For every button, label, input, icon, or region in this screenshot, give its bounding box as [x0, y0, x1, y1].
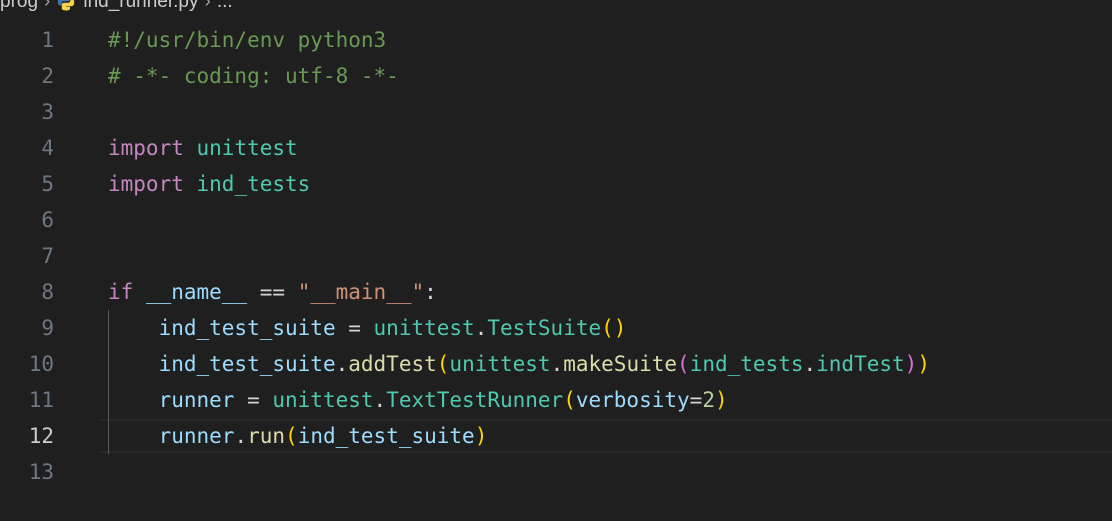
breadcrumb-symbols[interactable]: ...	[217, 0, 233, 13]
code-lines[interactable]: 1 #!/usr/bin/env python3 2 # -*- coding: ut…	[0, 22, 1112, 490]
code-token: ind_tests	[689, 352, 804, 376]
code-token: runner	[158, 388, 235, 412]
line-number: 3	[41, 100, 54, 124]
breadcrumb: prog › ind_runner.py › ...	[0, 0, 233, 15]
code-line[interactable]: 11 runner = unittest.TextTestRunner(verb…	[0, 382, 1112, 418]
chevron-right-icon: ›	[44, 0, 51, 12]
code-text[interactable]: import unittest	[108, 130, 298, 166]
code-line[interactable]: 7	[0, 238, 1112, 274]
code-line[interactable]: 10 ind_test_suite.addTest(unittest.makeS…	[0, 346, 1112, 382]
chevron-right-icon: ›	[204, 0, 211, 12]
code-token: ==	[247, 280, 298, 304]
code-token: ind_test_suite	[158, 352, 336, 376]
code-line[interactable]: 12 runner.run(ind_test_suite)	[0, 418, 1112, 454]
code-token: __name__	[145, 280, 248, 304]
code-token: indTest	[816, 352, 905, 376]
line-number: 5	[41, 172, 54, 196]
code-token: .	[335, 352, 349, 376]
code-text[interactable]: import ind_tests	[108, 166, 310, 202]
code-token: #!/usr/bin/env python3	[108, 28, 387, 52]
code-token: )	[474, 424, 488, 448]
code-token: (	[285, 424, 298, 448]
line-number: 13	[28, 460, 54, 484]
code-text[interactable]: ind_test_suite = unittest.TestSuite()	[108, 310, 627, 346]
code-line[interactable]: 2 # -*- coding: utf-8 -*-	[0, 58, 1112, 94]
code-text[interactable]: #!/usr/bin/env python3	[108, 22, 386, 58]
code-token: )	[917, 352, 930, 376]
code-token: if	[108, 280, 134, 304]
code-token: addTest	[348, 352, 437, 376]
line-number: 11	[28, 388, 54, 412]
code-token: :	[424, 280, 437, 304]
code-text[interactable]: # -*- coding: utf-8 -*-	[108, 58, 399, 94]
code-line[interactable]: 4 import unittest	[0, 130, 1112, 166]
code-line[interactable]: 8 if __name__ == "__main__":	[0, 274, 1112, 310]
python-file-icon	[56, 0, 76, 12]
code-token: import	[108, 172, 184, 196]
code-token: "__main__"	[297, 280, 425, 304]
code-line[interactable]: 5 import ind_tests	[0, 166, 1112, 202]
code-text[interactable]: runner.run(ind_test_suite)	[108, 418, 488, 454]
code-token: )	[904, 352, 918, 376]
code-token: .	[474, 316, 488, 340]
line-number: 2	[41, 64, 54, 88]
code-line[interactable]: 13	[0, 454, 1112, 490]
code-token: TextTestRunner	[386, 388, 564, 412]
breadcrumb-folder[interactable]: prog	[0, 0, 38, 13]
code-token: unittest	[373, 316, 475, 340]
breadcrumb-file[interactable]: ind_runner.py	[83, 0, 198, 13]
code-token: =	[335, 316, 374, 340]
code-token: import	[108, 136, 184, 160]
code-token: ind_test_suite	[158, 316, 336, 340]
code-token: # -*- coding: utf-8 -*-	[108, 64, 399, 88]
code-token: unittest	[272, 388, 374, 412]
code-token: )	[714, 388, 728, 412]
code-token: ind_tests	[196, 172, 311, 196]
code-token: runner	[158, 424, 235, 448]
line-number: 9	[41, 316, 54, 340]
code-token: .	[234, 424, 248, 448]
code-text[interactable]: ind_test_suite.addTest(unittest.makeSuit…	[108, 346, 930, 382]
code-line[interactable]: 6	[0, 202, 1112, 238]
code-line[interactable]: 9 ind_test_suite = unittest.TestSuite()	[0, 310, 1112, 346]
code-token: verbosity	[575, 388, 690, 412]
code-token: TestSuite	[487, 316, 602, 340]
code-token: (	[436, 352, 450, 376]
code-token: .	[803, 352, 817, 376]
code-token: unittest	[196, 136, 298, 160]
code-line[interactable]: 1 #!/usr/bin/env python3	[0, 22, 1112, 58]
line-number: 6	[41, 208, 54, 232]
line-number: 4	[41, 136, 54, 160]
code-token: (	[563, 388, 576, 412]
code-token: (	[677, 352, 690, 376]
code-token: .	[550, 352, 564, 376]
code-line[interactable]: 3	[0, 94, 1112, 130]
code-token: makeSuite	[563, 352, 678, 376]
code-token: unittest	[449, 352, 551, 376]
line-number: 12	[28, 424, 54, 448]
code-editor[interactable]: prog › ind_runner.py › ... 1 #!/usr/bin/e…	[0, 0, 1112, 521]
code-token: .	[373, 388, 387, 412]
code-token: run	[247, 424, 286, 448]
code-token: =	[234, 388, 273, 412]
line-number: 8	[41, 280, 54, 304]
code-text[interactable]: runner = unittest.TextTestRunner(verbosi…	[108, 382, 728, 418]
line-number: 10	[28, 352, 54, 376]
code-text[interactable]: if __name__ == "__main__":	[108, 274, 437, 310]
line-number: 7	[41, 244, 54, 268]
code-token: =	[689, 388, 703, 412]
code-token: ()	[601, 316, 627, 340]
line-number: 1	[41, 28, 54, 52]
code-token: ind_test_suite	[297, 424, 475, 448]
code-token: 2	[702, 388, 715, 412]
